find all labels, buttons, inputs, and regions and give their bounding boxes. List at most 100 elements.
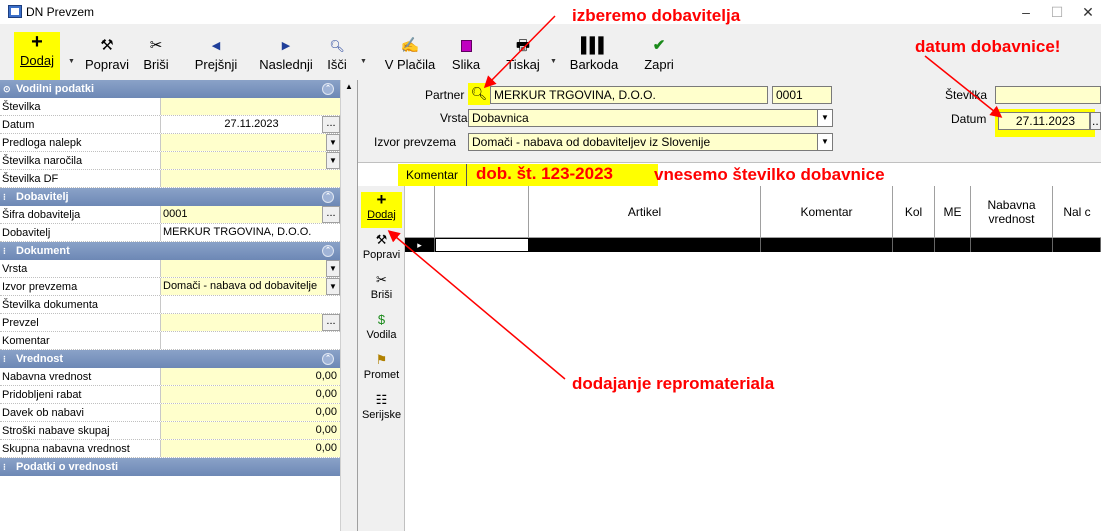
row-stroski: Stroški nabave skupaj 0,00: [0, 422, 340, 440]
datum-field[interactable]: 27.11.2023: [160, 116, 340, 133]
datum-header-field[interactable]: 27.11.2023: [998, 112, 1090, 130]
chevron-down-icon[interactable]: ▼: [326, 152, 340, 169]
col-komentar[interactable]: Komentar: [761, 186, 893, 238]
table-cell[interactable]: [529, 238, 761, 252]
narocila-select[interactable]: [160, 152, 340, 169]
prevzel-field[interactable]: [160, 314, 340, 331]
chevron-down-icon[interactable]: ▼: [326, 278, 340, 295]
isci-dropdown-icon[interactable]: ▼: [360, 58, 367, 65]
left-scrollbar[interactable]: ▲: [340, 80, 357, 531]
rabat-field[interactable]: 0,00: [160, 386, 340, 403]
df-field[interactable]: [160, 170, 340, 187]
scissors-icon: ✂: [376, 272, 387, 287]
predloga-select[interactable]: [160, 134, 340, 151]
scissors-icon: ✂: [149, 37, 163, 54]
plus-icon: +: [31, 31, 43, 53]
collapse-icon[interactable]: ⌃: [322, 245, 334, 257]
izvor-select[interactable]: Domači - nabava od dobavitelje: [160, 278, 326, 295]
grid-promet-button[interactable]: ⚑ Promet: [361, 352, 402, 382]
partner-code-field[interactable]: 0001: [772, 86, 832, 104]
chevron-down-icon[interactable]: ▼: [817, 109, 833, 127]
dodaj-button[interactable]: + Dodaj: [14, 32, 60, 80]
collapse-icon[interactable]: ⌃: [322, 353, 334, 365]
sifra-field[interactable]: 0001: [160, 206, 340, 223]
partner-field[interactable]: MERKUR TRGOVINA, D.O.O.: [490, 86, 768, 104]
stevilka-field[interactable]: [160, 98, 340, 115]
section-podatki-vrednost[interactable]: ⁝ Podatki o vrednosti: [0, 458, 340, 476]
popravi-button[interactable]: ⚒ Popravi: [80, 36, 134, 80]
grid-dodaj-button[interactable]: + Dodaj: [361, 191, 402, 228]
hammer-icon: ⚒: [375, 232, 388, 247]
row-datum: Datum 27.11.2023 ...: [0, 116, 340, 134]
zapri-button[interactable]: ✔ Zapri: [636, 36, 682, 80]
row-prevzel: Prevzel ...: [0, 314, 340, 332]
collapse-icon[interactable]: ⌃: [322, 83, 334, 95]
row-sifra: Šifra dobavitelja 0001 ...: [0, 206, 340, 224]
col-artikel[interactable]: Artikel: [529, 186, 761, 238]
grid-popravi-button[interactable]: ⚒ Popravi: [361, 232, 402, 262]
scroll-up-icon[interactable]: ▲: [343, 82, 355, 96]
section-dokument[interactable]: ⁝ Dokument ⌃: [0, 242, 340, 260]
col-me[interactable]: ME: [935, 186, 971, 238]
dodaj-dropdown-icon[interactable]: ▼: [68, 58, 75, 65]
grid-brisi-button[interactable]: ✂ Briši: [361, 272, 402, 302]
isci-button[interactable]: 🔍︎ Išči: [320, 36, 354, 80]
window-title: DN Prevzem: [26, 5, 95, 19]
grid-serijske-button[interactable]: ☷ Serijske: [361, 392, 402, 422]
stdok-field[interactable]: [160, 296, 340, 313]
table-cell[interactable]: [893, 238, 935, 252]
section-vodilni-podatki[interactable]: ⊙ Vodilni podatki ⌃: [0, 80, 340, 98]
datum-picker-button[interactable]: ...: [322, 116, 340, 133]
expand-icon: ⁝: [3, 354, 6, 364]
col-kol[interactable]: Kol: [893, 186, 935, 238]
col-nal[interactable]: Nal c: [1053, 186, 1101, 238]
stroski-field[interactable]: 0,00: [160, 422, 340, 439]
barkoda-button[interactable]: ▌▌▌ Barkoda: [562, 36, 626, 80]
vrsta-header-select[interactable]: Dobavnica: [468, 109, 818, 127]
row-dobavitelj: Dobavitelj MERKUR TRGOVINA, D.O.O.: [0, 224, 340, 242]
komentar-field[interactable]: [160, 332, 340, 349]
table-cell[interactable]: [435, 238, 529, 252]
col-nabavna[interactable]: Nabavna vrednost: [971, 186, 1053, 238]
row-komentar: Komentar: [0, 332, 340, 350]
row-davek: Davek ob nabavi 0,00: [0, 404, 340, 422]
grid-vodila-button[interactable]: $ Vodila: [361, 312, 402, 342]
slika-button[interactable]: Slika: [442, 36, 490, 80]
davek-field[interactable]: 0,00: [160, 404, 340, 421]
prejsnji-button[interactable]: ◀ Prejšnji: [181, 36, 251, 80]
section-dobavitelj[interactable]: ⁝ Dobavitelj ⌃: [0, 188, 340, 206]
table-cell[interactable]: [935, 238, 971, 252]
row-rabat: Pridobljeni rabat 0,00: [0, 386, 340, 404]
brisi-button[interactable]: ✂ Briši: [136, 36, 176, 80]
skupna-field[interactable]: 0,00: [160, 440, 340, 457]
chevron-down-icon[interactable]: ▼: [817, 133, 833, 151]
prevzel-picker-button[interactable]: ...: [322, 314, 340, 331]
flow-icon: ⚑: [375, 352, 388, 367]
chevron-down-icon[interactable]: ▼: [326, 260, 340, 277]
annotation-datum: datum dobavnice!: [915, 37, 1061, 56]
grid-header-blank: [435, 186, 529, 238]
datum-header-picker[interactable]: ..: [1090, 112, 1101, 130]
annotation-komentar: vnesemo številko dobavnice: [654, 165, 885, 184]
tiskaj-button[interactable]: 🖶 Tiskaj: [500, 36, 546, 80]
dobavitelj-field[interactable]: MERKUR TRGOVINA, D.O.O.: [160, 224, 340, 241]
komentar-input[interactable]: dob. št. 123-2023: [476, 164, 613, 184]
row-vrsta: Vrsta ▼: [0, 260, 340, 278]
nabavna-field[interactable]: 0,00: [160, 368, 340, 385]
collapse-icon[interactable]: ⌃: [322, 191, 334, 203]
tiskaj-dropdown-icon[interactable]: ▼: [550, 58, 557, 65]
section-vrednost[interactable]: ⁝ Vrednost ⌃: [0, 350, 340, 368]
table-cell[interactable]: [1053, 238, 1101, 252]
chevron-down-icon[interactable]: ▼: [326, 134, 340, 151]
sifra-picker-button[interactable]: ...: [322, 206, 340, 223]
naslednji-button[interactable]: ▶ Naslednji: [254, 36, 318, 80]
vplacila-button[interactable]: ✍ V Plačila: [382, 36, 438, 80]
table-cell[interactable]: [971, 238, 1053, 252]
izvor-header-select[interactable]: Domači - nabava od dobaviteljev iz Slove…: [468, 133, 818, 151]
stevilka-header-field[interactable]: [995, 86, 1101, 104]
table-cell[interactable]: [761, 238, 893, 252]
table-row[interactable]: ▸: [405, 238, 1101, 252]
vrsta-select[interactable]: [160, 260, 340, 277]
partner-search-icon[interactable]: 🔍︎: [468, 83, 490, 105]
close-button[interactable]: ✕: [1068, 2, 1101, 22]
